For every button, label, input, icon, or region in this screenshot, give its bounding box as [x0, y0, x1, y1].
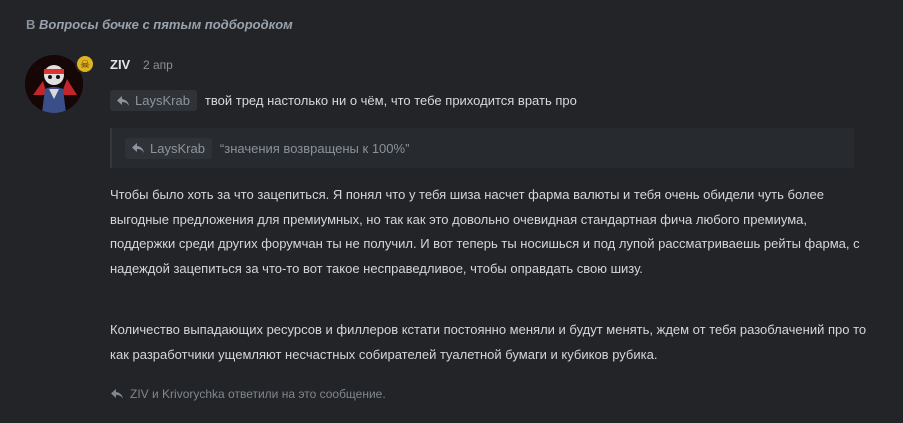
post-paragraph: Чтобы было хоть за что зацепиться. Я пон…: [110, 187, 860, 276]
post-paragraph: Количество выпадающих ресурсов и филлеро…: [110, 322, 867, 362]
thread-title-link[interactable]: Вопросы бочке с пятым подбородком: [39, 17, 293, 32]
thread-breadcrumb[interactable]: В Вопросы бочке с пятым подбородком: [26, 17, 293, 32]
reply-chip[interactable]: LaysKrab: [110, 90, 197, 111]
post-date[interactable]: 2 апр: [143, 58, 173, 72]
reply-arrow-icon: [132, 143, 144, 153]
quote-text: “значения возвращены к 100%”: [219, 140, 410, 156]
quote-block: LaysKrab “значения возвращены к 100%”: [110, 128, 854, 168]
skull-icon: ☠: [75, 54, 95, 74]
replies-note-text: ZIV и Krivorychka ответили на это сообще…: [130, 387, 386, 401]
replies-note[interactable]: ZIV и Krivorychka ответили на это сообще…: [110, 387, 386, 401]
reply-text: твой тред настолько ни о чём, что тебе п…: [204, 93, 577, 108]
quote-user: LaysKrab: [150, 140, 205, 156]
reply-line: LaysKrab твой тред настолько ни о чём, ч…: [110, 90, 577, 111]
quote-user-chip[interactable]: LaysKrab: [125, 137, 212, 159]
author-name[interactable]: ZIV: [110, 57, 130, 72]
thread-prefix: В: [26, 17, 36, 32]
reply-arrow-icon: [111, 389, 123, 399]
reply-chip-user: LaysKrab: [135, 93, 190, 108]
reply-arrow-icon: [117, 95, 129, 106]
